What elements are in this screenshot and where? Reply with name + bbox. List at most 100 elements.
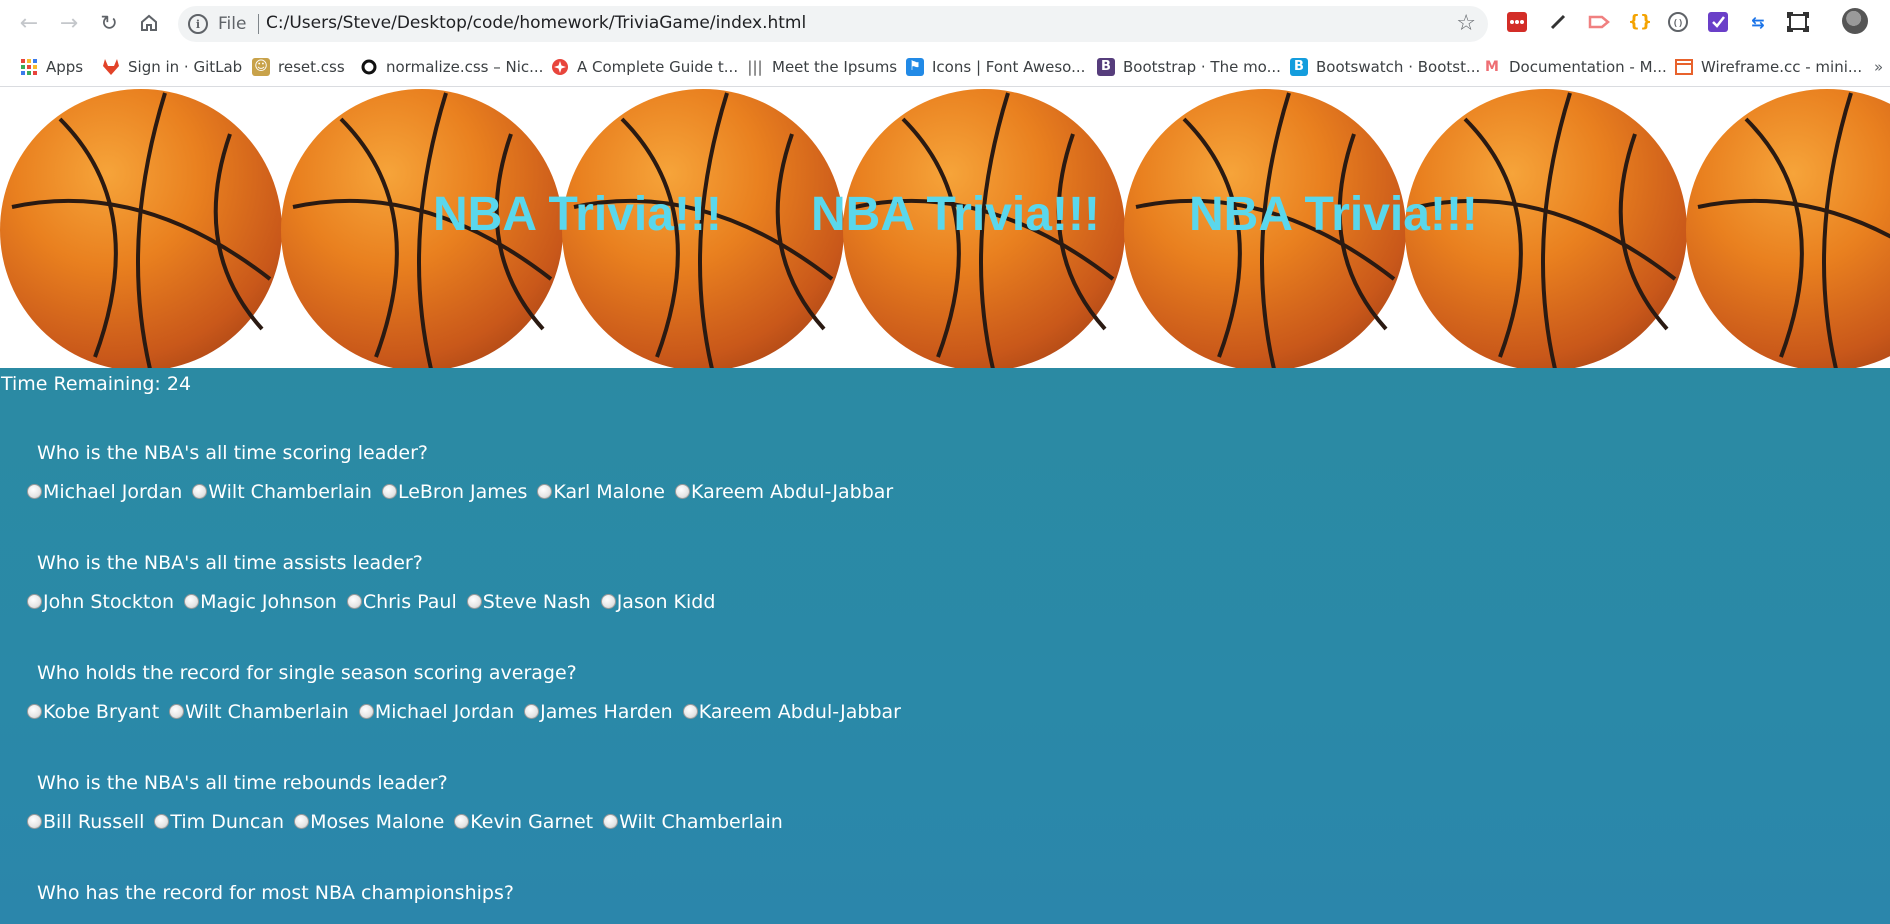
bookmark-label: Sign in · GitLab <box>128 57 243 76</box>
bookmark-reset-css[interactable]: ☺ reset.css <box>252 47 345 86</box>
banner-title: NBA Trivia!!! <box>1189 188 1478 241</box>
bookmarks-overflow-icon[interactable]: » <box>1874 47 1883 86</box>
header-banner: NBA Trivia!!! NBA Trivia!!! NBA Trivia!!… <box>0 87 1890 368</box>
ipsums-icon: ||| <box>747 57 763 76</box>
json-extension-icon[interactable]: {} <box>1628 10 1652 34</box>
screenshot-extension-icon[interactable] <box>1786 10 1810 34</box>
bookmark-css-tricks[interactable]: A Complete Guide t... <box>551 47 738 86</box>
bookmark-label: Bootswatch · Bootst... <box>1316 57 1481 76</box>
answer-option[interactable]: Michael Jordan <box>358 701 515 723</box>
answer-option[interactable]: Moses Malone <box>294 811 444 833</box>
answer-radio[interactable] <box>537 483 553 499</box>
answer-option[interactable]: Michael Jordan <box>27 481 182 503</box>
answer-radio[interactable] <box>524 703 540 719</box>
materialize-icon: M <box>1485 58 1499 75</box>
bookmark-bootstrap[interactable]: B Bootstrap · The mo... <box>1097 47 1281 86</box>
forward-arrow-icon[interactable]: → <box>56 10 82 36</box>
lastpass-extension-icon[interactable] <box>1505 10 1529 34</box>
gitlab-icon <box>102 58 120 76</box>
answer-option[interactable]: Karl Malone <box>537 481 665 503</box>
home-icon[interactable] <box>136 10 162 36</box>
answer-option[interactable]: Kobe Bryant <box>27 701 159 723</box>
bookmark-star-icon[interactable]: ☆ <box>1456 11 1476 36</box>
answer-radio[interactable] <box>600 593 616 609</box>
reload-icon[interactable]: ↻ <box>96 10 122 36</box>
answer-radio[interactable] <box>682 703 698 719</box>
bookmark-wireframe[interactable]: Wireframe.cc - mini... <box>1675 47 1862 86</box>
bookmark-font-awesome[interactable]: ⚑ Icons | Font Aweso... <box>906 47 1085 86</box>
bookmark-gitlab[interactable]: Sign in · GitLab <box>102 47 242 86</box>
answer-radio[interactable] <box>154 813 170 829</box>
answer-label: Michael Jordan <box>374 701 515 723</box>
answer-label: Wilt Chamberlain <box>208 481 372 503</box>
answer-radio[interactable] <box>358 703 374 719</box>
answer-option[interactable]: Steve Nash <box>466 591 591 613</box>
answer-radio[interactable] <box>603 813 619 829</box>
address-bar[interactable]: i File C:/Users/Steve/Desktop/code/homew… <box>178 6 1488 42</box>
answer-radio[interactable] <box>674 483 690 499</box>
answer-option[interactable]: John Stockton <box>27 591 174 613</box>
tag-extension-icon[interactable] <box>1587 10 1611 34</box>
answer-label: Tim Duncan <box>170 811 285 833</box>
question-text: Who is the NBA's all time assists leader… <box>37 552 423 574</box>
banner-title: NBA Trivia!!! <box>811 188 1100 241</box>
answer-radio[interactable] <box>27 593 42 609</box>
answer-option[interactable]: Wilt Chamberlain <box>192 481 372 503</box>
answer-radio[interactable] <box>192 483 208 499</box>
answer-label: Kobe Bryant <box>43 701 160 723</box>
answer-option[interactable]: James Harden <box>524 701 673 723</box>
bookmark-apps[interactable]: Apps <box>20 47 83 86</box>
answer-radio[interactable] <box>169 703 185 719</box>
back-arrow-icon[interactable]: ← <box>16 10 42 36</box>
bookmark-ipsums[interactable]: ||| Meet the Ipsums <box>746 47 897 86</box>
color-picker-extension-icon[interactable] <box>1546 10 1570 34</box>
answer-option[interactable]: Jason Kidd <box>600 591 716 613</box>
code-extension-icon[interactable]: () <box>1666 10 1690 34</box>
bookmark-label: normalize.css – Nic... <box>386 57 544 76</box>
answer-option[interactable]: Kareem Abdul-Jabbar <box>674 481 894 503</box>
answer-option[interactable]: Kareem Abdul-Jabbar <box>682 701 901 723</box>
answer-label: Kevin Garnet <box>470 811 594 833</box>
checkmark-extension-icon[interactable] <box>1706 10 1730 34</box>
answer-option[interactable]: Bill Russell <box>27 811 144 833</box>
url-text[interactable]: C:/Users/Steve/Desktop/code/homework/Tri… <box>266 13 806 33</box>
swap-extension-icon[interactable]: ⇆ <box>1746 10 1770 34</box>
answer-label: Steve Nash <box>482 591 591 613</box>
answer-option[interactable]: Magic Johnson <box>184 591 337 613</box>
answer-option[interactable]: Wilt Chamberlain <box>603 811 783 833</box>
basketball-image <box>0 89 282 368</box>
answer-label: Kareem Abdul-Jabbar <box>698 701 901 723</box>
svg-text:(): () <box>1673 19 1684 29</box>
answer-radio[interactable] <box>346 593 362 609</box>
answer-radio[interactable] <box>27 813 42 829</box>
browser-toolbar: ← → ↻ i File C:/Users/Steve/Desktop/code… <box>0 0 1890 47</box>
answer-radio[interactable] <box>381 483 397 499</box>
question-text: Who is the NBA's all time scoring leader… <box>37 442 429 464</box>
answer-option[interactable]: Wilt Chamberlain <box>169 701 349 723</box>
answer-radio[interactable] <box>27 703 42 719</box>
profile-avatar[interactable] <box>1842 8 1868 34</box>
bookmarks-bar: Apps Sign in · GitLab ☺ reset.css normal… <box>0 47 1890 87</box>
answer-radio[interactable] <box>184 593 200 609</box>
bootswatch-icon: B <box>1290 57 1308 76</box>
answer-label: Kareem Abdul-Jabbar <box>690 481 894 503</box>
wireframe-icon <box>1675 58 1693 76</box>
answer-radio[interactable] <box>27 483 42 499</box>
answer-radio[interactable] <box>294 813 310 829</box>
answer-option[interactable]: Kevin Garnet <box>454 811 593 833</box>
question-text: Who holds the record for single season s… <box>37 662 577 684</box>
answer-radio[interactable] <box>466 593 482 609</box>
apps-grid-icon <box>20 58 38 76</box>
bookmark-bootswatch[interactable]: B Bootswatch · Bootst... <box>1290 47 1480 86</box>
bookmark-label: Documentation - M... <box>1509 57 1667 76</box>
answer-option[interactable]: Tim Duncan <box>154 811 284 833</box>
info-icon[interactable]: i <box>188 14 208 34</box>
bookmark-normalize[interactable]: normalize.css – Nic... <box>360 47 543 86</box>
answer-radio[interactable] <box>454 813 470 829</box>
answer-option[interactable]: Chris Paul <box>346 591 457 613</box>
answer-label: Jason Kidd <box>616 591 716 613</box>
bookmark-materialize[interactable]: M Documentation - M... <box>1483 47 1667 86</box>
answer-label: Magic Johnson <box>200 591 337 613</box>
answer-label: John Stockton <box>43 591 175 613</box>
answer-option[interactable]: LeBron James <box>381 481 527 503</box>
